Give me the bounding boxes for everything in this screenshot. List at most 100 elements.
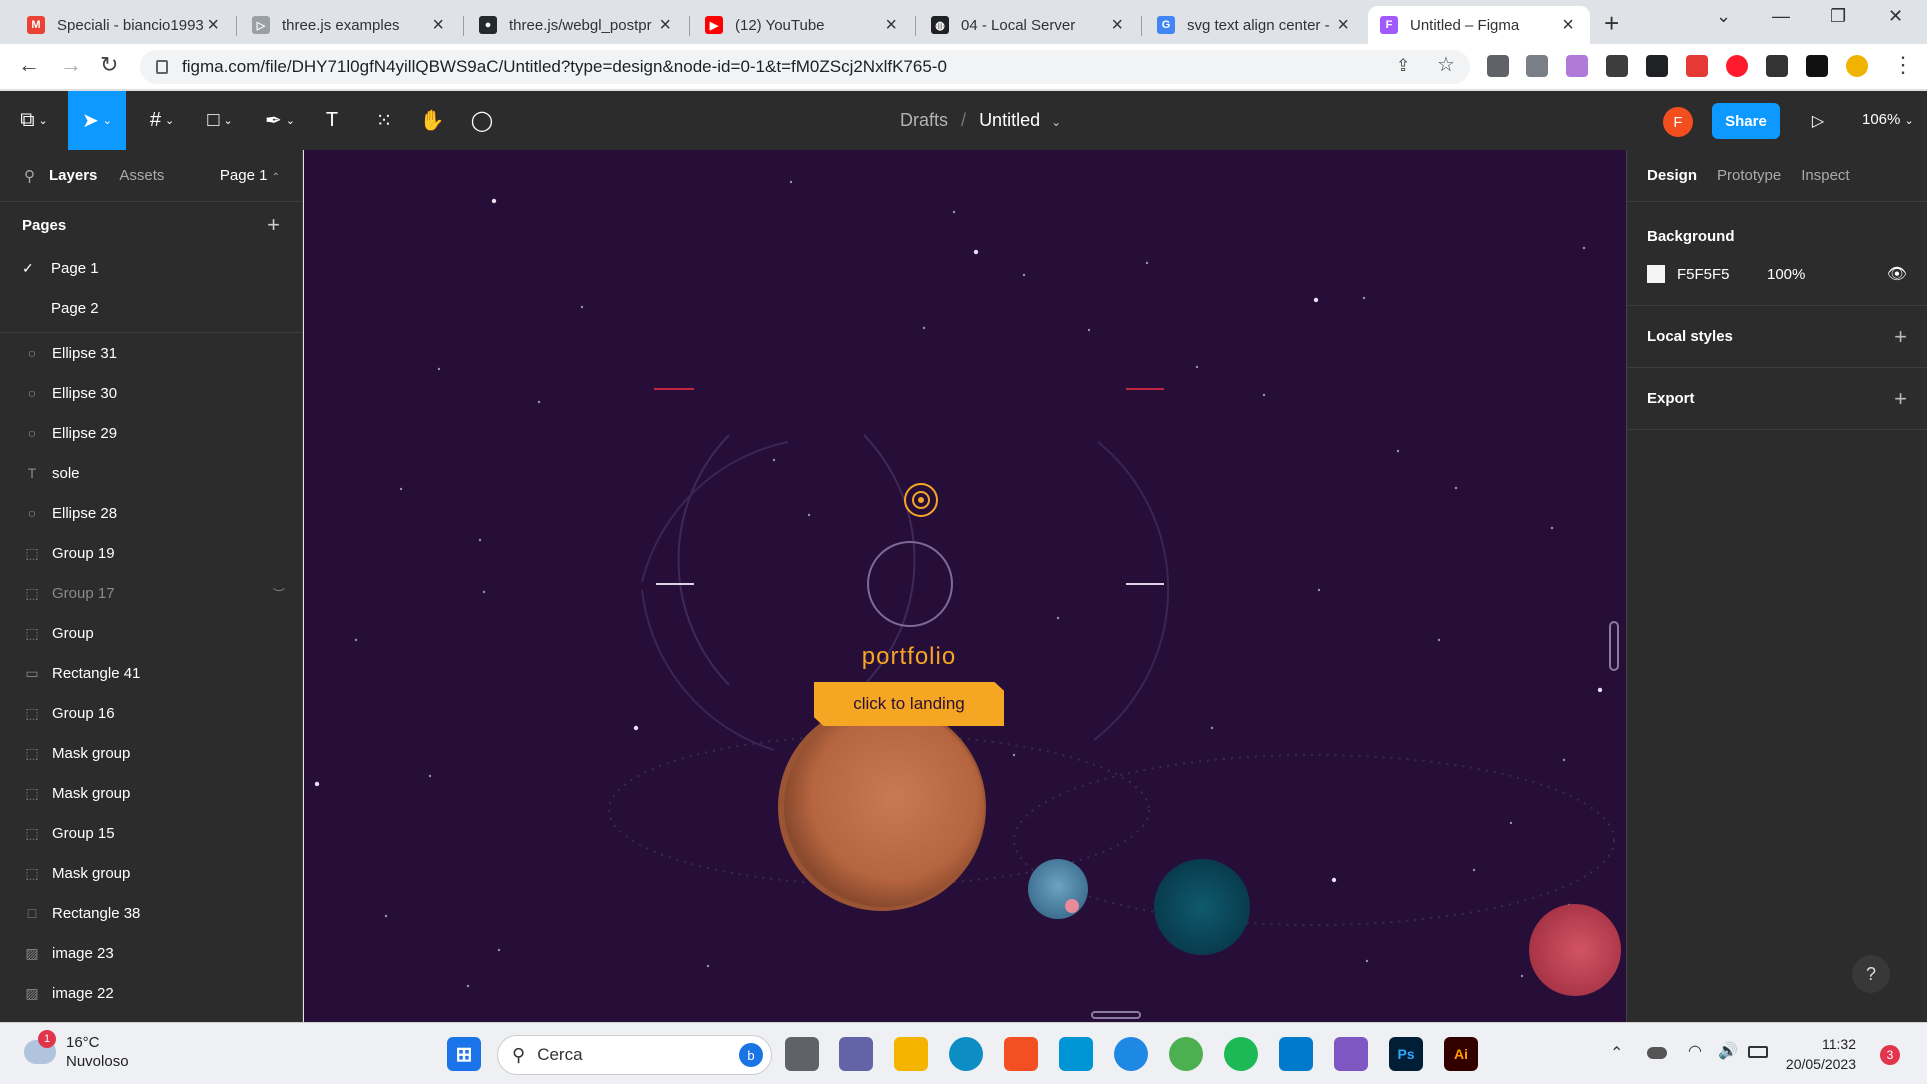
layer-row[interactable]: ⬚ Group 17 ︶ — [0, 573, 302, 613]
close-tab-icon[interactable]: × — [881, 14, 901, 37]
resources-icon[interactable]: ⁙ — [366, 91, 402, 150]
layer-row[interactable]: ▨ image 23 — [0, 933, 302, 973]
browser-tab[interactable]: F Untitled – Figma × — [1368, 6, 1590, 44]
breadcrumb-drafts[interactable]: Drafts — [900, 110, 948, 130]
layer-row[interactable]: ⬚ Group 16 — [0, 693, 302, 733]
onedrive-icon[interactable] — [1647, 1047, 1667, 1059]
portfolio-title[interactable]: portfolio — [804, 643, 1014, 671]
extension-tp-icon[interactable] — [1686, 55, 1708, 77]
layer-row[interactable]: ⬚ Mask group — [0, 773, 302, 813]
weather-widget[interactable]: 1 16°C Nuvoloso — [24, 1030, 129, 1071]
wifi-icon[interactable]: ◠ — [1688, 1041, 1702, 1061]
forward-icon[interactable]: → — [60, 52, 82, 78]
hidden-eye-icon[interactable]: ︶ — [273, 585, 285, 602]
search-icon[interactable]: ⚲ — [24, 167, 35, 185]
add-page-icon[interactable]: + — [267, 212, 280, 238]
frame-tool-icon[interactable]: # ⌄ — [138, 91, 186, 150]
teams-chat-icon[interactable] — [839, 1037, 873, 1071]
background-hex-input[interactable]: F5F5F5 — [1677, 266, 1767, 283]
layer-row[interactable]: ⬚ Mask group — [0, 733, 302, 773]
myhp-icon[interactable] — [1059, 1037, 1093, 1071]
layer-row[interactable]: ⬚ Group — [0, 613, 302, 653]
background-opacity-input[interactable]: 100% — [1767, 266, 1805, 283]
layer-row[interactable]: ⬚ Mask group — [0, 853, 302, 893]
pen-tool-icon[interactable]: ✒ ⌄ — [256, 91, 304, 150]
browser-menu-icon[interactable]: ⋮ — [1892, 52, 1914, 78]
chrome-icon[interactable] — [1169, 1037, 1203, 1071]
help-icon[interactable]: ? — [1852, 955, 1890, 993]
layer-row[interactable]: □ Rectangle 38 — [0, 893, 302, 933]
ms-store-icon[interactable] — [1004, 1037, 1038, 1071]
extension-ghost-icon[interactable] — [1646, 55, 1668, 77]
add-export-icon[interactable]: + — [1894, 386, 1907, 412]
avatar[interactable]: F — [1663, 107, 1693, 137]
close-tab-icon[interactable]: × — [655, 14, 675, 37]
close-window-icon[interactable]: ✕ — [1888, 6, 1903, 27]
bookmark-star-icon[interactable]: ☆ — [1437, 52, 1455, 77]
edge-icon[interactable] — [949, 1037, 983, 1071]
extension-pen-icon[interactable] — [1566, 55, 1588, 77]
main-menu-icon[interactable]: ⧉ ⌄ — [10, 91, 58, 150]
taskbar-search[interactable]: ⚲ Cerca b — [497, 1035, 772, 1075]
comment-tool-icon[interactable]: ◯ — [464, 91, 500, 150]
tray-chevron-icon[interactable]: ⌃ — [1610, 1043, 1623, 1063]
browser-tab[interactable]: ◍ 04 - Local Server × — [919, 6, 1139, 44]
page-item[interactable]: ✓ Page 1 — [0, 248, 302, 288]
layer-row[interactable]: ○ Ellipse 29 — [0, 413, 302, 453]
layer-row[interactable]: ⬚ Group 15 — [0, 813, 302, 853]
windows-start-icon[interactable]: ⊞ — [447, 1037, 481, 1071]
browser-tab[interactable]: ▶ (12) YouTube × — [693, 6, 913, 44]
layer-row[interactable]: ○ Ellipse 28 — [0, 493, 302, 533]
chevron-down-icon[interactable]: ⌄ — [1051, 115, 1061, 129]
click-to-landing-button[interactable]: click to landing — [814, 682, 1004, 726]
text-tool-icon[interactable]: T — [314, 91, 350, 150]
share-page-icon[interactable]: ⇪ — [1396, 56, 1410, 76]
profile-icon[interactable] — [1846, 55, 1868, 77]
photoshop-icon[interactable]: Ps — [1389, 1037, 1423, 1071]
extension-color-icon[interactable] — [1606, 55, 1628, 77]
scroll-indicator[interactable] — [1609, 621, 1619, 671]
page-item[interactable]: Page 2 — [0, 288, 302, 328]
reload-icon[interactable]: ↻ — [100, 52, 118, 78]
add-style-icon[interactable]: + — [1894, 324, 1907, 350]
tab-assets[interactable]: Assets — [119, 167, 164, 184]
tab-layers[interactable]: Layers — [49, 167, 97, 184]
design-canvas[interactable]: portfolio click to landing — [304, 150, 1626, 1022]
vectornator-icon[interactable] — [1334, 1037, 1368, 1071]
layer-row[interactable]: ▭ Rectangle 41 — [0, 653, 302, 693]
browser-tab[interactable]: Gsvg text align center - × — [1145, 6, 1365, 44]
close-tab-icon[interactable]: × — [1107, 14, 1127, 37]
layer-row[interactable]: ○ Ellipse 31 — [0, 333, 302, 373]
browser-tab[interactable]: ▷ three.js examples × — [240, 6, 460, 44]
back-icon[interactable]: ← — [18, 52, 40, 78]
help-app-icon[interactable] — [1114, 1037, 1148, 1071]
task-view-icon[interactable] — [785, 1037, 819, 1071]
file-explorer-icon[interactable] — [894, 1037, 928, 1071]
close-tab-icon[interactable]: × — [428, 14, 448, 37]
close-tab-icon[interactable]: × — [203, 14, 223, 37]
page-selector[interactable]: Page 1 ⌃ — [220, 167, 280, 184]
address-bar[interactable]: figma.com/file/DHY71l0gfN4yillQBWS9aC/Un… — [140, 50, 1470, 84]
tab-search-icon[interactable]: ⌄ — [1716, 6, 1731, 27]
close-tab-icon[interactable]: × — [1558, 14, 1578, 37]
side-panel-icon[interactable] — [1806, 55, 1828, 77]
minimize-icon[interactable]: — — [1772, 6, 1790, 27]
eye-icon[interactable]: 👁 — [1887, 264, 1907, 284]
illustrator-icon[interactable]: Ai — [1444, 1037, 1478, 1071]
layer-row[interactable]: Tsole — [0, 453, 302, 493]
browser-tab[interactable]: ● three.js/webgl_postpr × — [467, 6, 687, 44]
vscode-icon[interactable] — [1279, 1037, 1313, 1071]
tab-design[interactable]: Design — [1647, 167, 1697, 184]
present-play-icon[interactable]: ▷ — [1802, 91, 1834, 150]
new-tab-button[interactable]: + — [1604, 8, 1619, 39]
hand-tool-icon[interactable]: ✋ — [414, 91, 450, 150]
layer-row[interactable]: ○ Ellipse 30 — [0, 373, 302, 413]
extensions-puzzle-icon[interactable] — [1766, 55, 1788, 77]
file-name[interactable]: Untitled — [979, 110, 1040, 130]
clock[interactable]: 11:32 20/05/2023 — [1786, 1034, 1856, 1074]
close-tab-icon[interactable]: × — [1333, 14, 1353, 37]
notification-badge[interactable]: 3 — [1880, 1045, 1900, 1065]
layer-row[interactable]: ▨ image 22 — [0, 973, 302, 1013]
background-swatch[interactable] — [1647, 265, 1665, 283]
tab-inspect[interactable]: Inspect — [1801, 167, 1849, 184]
